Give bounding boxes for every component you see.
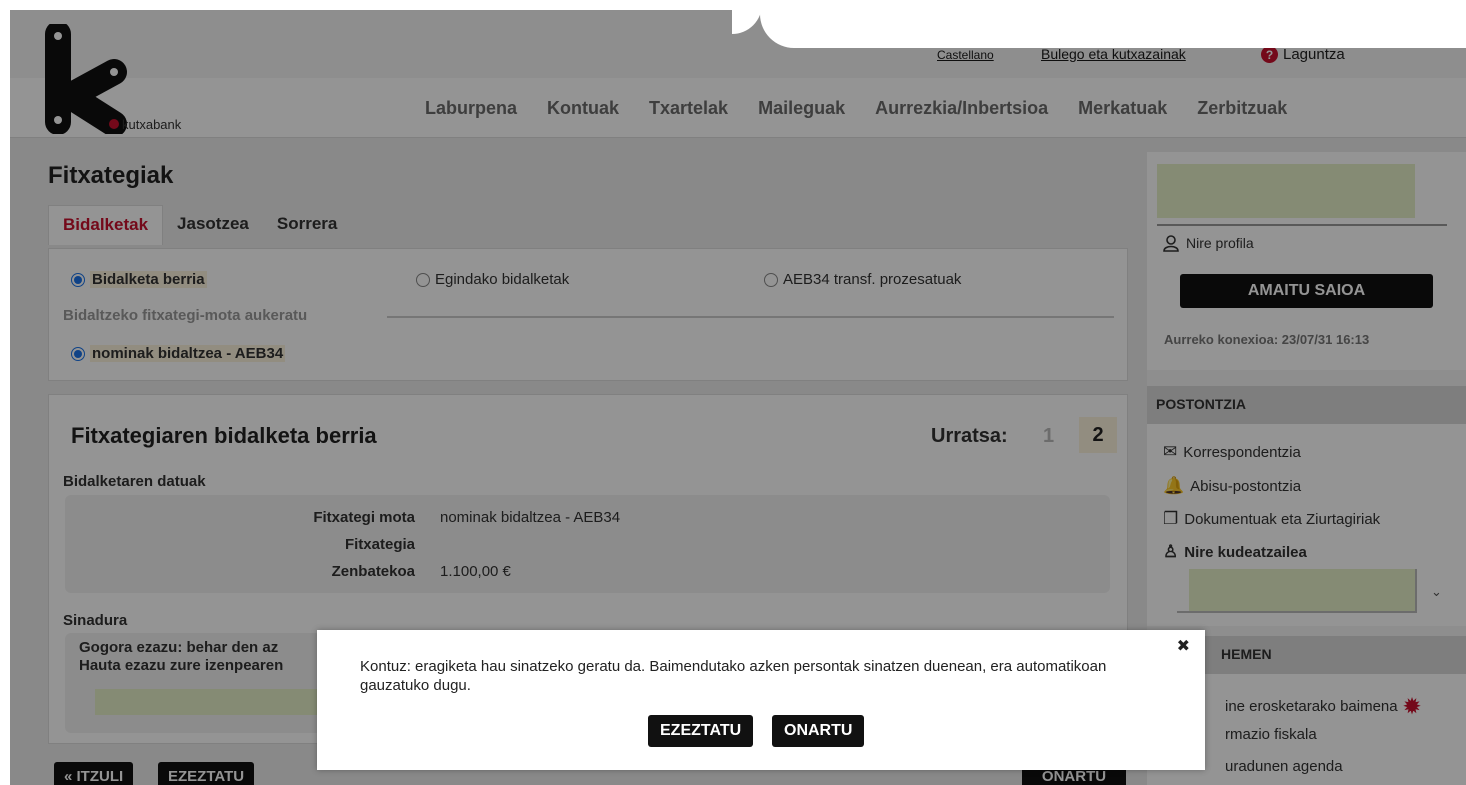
dialog-cancel-button[interactable]: EZEZTATU bbox=[648, 715, 754, 747]
close-icon[interactable]: ✖ bbox=[1177, 636, 1190, 656]
dialog-message: Kontuz: eragiketa hau sinatzeko geratu d… bbox=[360, 658, 1107, 694]
confirm-dialog: ✖ Kontuz: eragiketa hau sinatzeko geratu… bbox=[317, 630, 1205, 770]
top-corner-decoration bbox=[732, 10, 1466, 48]
dialog-accept-button[interactable]: ONARTU bbox=[772, 715, 865, 747]
